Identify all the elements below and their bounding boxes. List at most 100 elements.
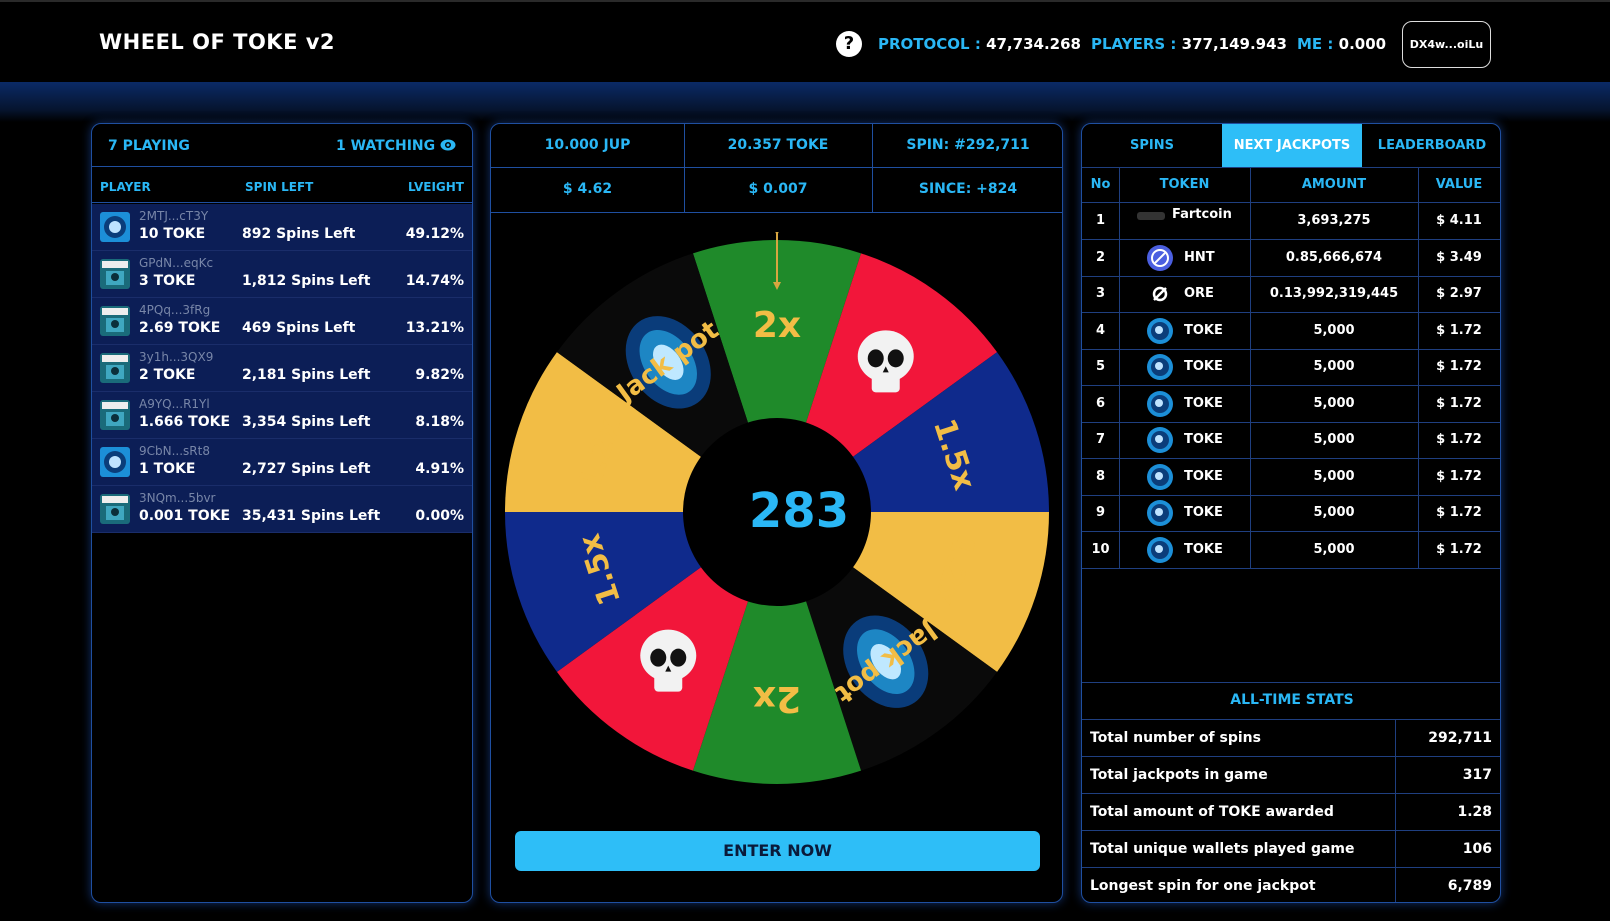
stats-title: ALL-TIME STATS <box>1230 692 1354 708</box>
player-spins-left: 2,727 Spins Left <box>242 461 371 477</box>
stat-row: Total unique wallets played game 106 <box>1082 830 1500 867</box>
jackpot-no: 5 <box>1095 359 1106 374</box>
players-stat: PLAYERS : 377,149.943 <box>1091 35 1287 53</box>
jackpot-row: 1 Fartcoin 3,693,275 $ 4.11 <box>1082 203 1500 240</box>
player-spins-left: 892 Spins Left <box>242 226 356 242</box>
divider <box>1082 682 1500 683</box>
top-bar: WHEEL OF TOKE v2 ? PROTOCOL : 47,734.268… <box>0 0 1610 82</box>
protocol-value: 47,734.268 <box>986 35 1081 53</box>
jackpot-row: 2 HNT 0.85,666,674 $ 3.49 <box>1082 240 1500 277</box>
watching-label: 1 WATCHING <box>335 138 436 154</box>
divider <box>1395 719 1396 902</box>
jackpot-amount: 5,000 <box>1313 505 1355 520</box>
stat-value: 292,711 <box>1428 730 1492 746</box>
jackpot-amount: 5,000 <box>1313 359 1355 374</box>
jackpot-amount: 0.13,992,319,445 <box>1269 286 1399 301</box>
jackpot-token: TOKE <box>1184 505 1223 520</box>
jackpot-amount: 0.85,666,674 <box>1285 249 1383 265</box>
stat-label: Total amount of TOKE awarded <box>1090 804 1334 820</box>
player-row: 2MTJ...cT3Y 10 TOKE 892 Spins Left 49.12% <box>92 204 472 251</box>
player-address: GPdN...eqKc <box>139 256 214 270</box>
player-address: 9CbN...sRt8 <box>139 444 210 458</box>
col-token: TOKEN <box>1159 177 1210 192</box>
help-icon[interactable]: ? <box>836 31 862 57</box>
jackpot-token: Fartcoin <box>1172 207 1232 222</box>
player-row: A9YQ...R1Yl 1.666 TOKE 3,354 Spins Left 8.1… <box>92 392 472 439</box>
player-spins-left: 2,181 Spins Left <box>242 367 371 383</box>
jackpot-row: 9 TOKE 5,000 $ 1.72 <box>1082 495 1500 532</box>
jackpot-row: 8 TOKE 5,000 $ 1.72 <box>1082 459 1500 496</box>
player-amount: 2.69 TOKE <box>139 320 221 336</box>
wallet-button[interactable]: DX4w...oiLu <box>1402 21 1491 68</box>
player-weight: 49.12% <box>405 226 464 242</box>
player-address: 3NQm...5bvr <box>139 491 216 505</box>
jackpot-value: $ 2.97 <box>1436 286 1482 301</box>
toke-pot: 20.357 TOKE <box>727 137 829 153</box>
player-amount: 1 TOKE <box>139 461 196 477</box>
jackpot-no: 9 <box>1095 505 1106 520</box>
toke-icon <box>1147 390 1173 417</box>
jackpot-no: 10 <box>1091 541 1110 557</box>
toke-icon <box>1147 427 1173 453</box>
jackpot-token: ORE <box>1184 286 1214 301</box>
jackpot-token: TOKE <box>1184 359 1223 374</box>
fartcoin-icon <box>1137 212 1165 220</box>
col-no: No <box>1090 177 1111 192</box>
enter-now-button[interactable]: ENTER NOW <box>515 831 1040 871</box>
stat-label: Total jackpots in game <box>1090 767 1268 783</box>
protocol-label: PROTOCOL : <box>878 35 981 53</box>
player-weight: 9.82% <box>415 367 464 383</box>
players-label: PLAYERS : <box>1091 35 1177 53</box>
col-amount: AMOUNT <box>1301 177 1367 192</box>
stat-row: Total amount of TOKE awarded 1.28 <box>1082 793 1500 830</box>
tab-leaderboard[interactable]: LEADERBOARD <box>1362 124 1500 167</box>
player-spins-left: 469 Spins Left <box>242 320 356 336</box>
col-value: VALUE <box>1435 177 1483 192</box>
jackpot-amount: 5,000 <box>1313 468 1355 484</box>
me-label: ME : <box>1297 35 1334 53</box>
playing-count: 7 PLAYING <box>108 138 190 154</box>
app-title: WHEEL OF TOKE v2 <box>99 30 336 54</box>
toke-icon <box>1147 536 1173 563</box>
jackpot-value: $ 1.72 <box>1436 359 1482 374</box>
tab-next-jackpots[interactable]: NEXT JACKPOTS <box>1222 124 1362 167</box>
jackpot-row: 10 TOKE 5,000 $ 1.72 <box>1082 532 1500 569</box>
player-amount: 0.001 TOKE <box>139 508 231 524</box>
jackpot-row: 3 ORE 0.13,992,319,445 $ 2.97 <box>1082 276 1500 313</box>
since-count: SINCE: +824 <box>918 181 1018 197</box>
ore-icon <box>1148 282 1172 306</box>
jackpot-value: $ 1.72 <box>1436 432 1482 447</box>
watching-count: 1 WATCHING <box>336 138 456 154</box>
tab-spins[interactable]: SPINS <box>1082 124 1222 167</box>
jackpot-amount: 5,000 <box>1313 432 1355 447</box>
me-stat: ME : 0.000 <box>1297 35 1386 53</box>
player-amount: 1.666 TOKE <box>139 414 231 430</box>
player-address: 3y1h...3QX9 <box>139 350 214 364</box>
player-address: 4PQq...3fRg <box>139 303 211 317</box>
divider <box>1082 167 1500 168</box>
toke-icon <box>1147 354 1173 380</box>
stat-row: Longest spin for one jackpot 6,789 <box>1082 867 1500 902</box>
stat-value: 6,789 <box>1447 878 1492 894</box>
stat-label: Longest spin for one jackpot <box>1090 878 1316 894</box>
player-amount: 3 TOKE <box>139 273 196 289</box>
stat-row: Total jackpots in game 317 <box>1082 756 1500 793</box>
col-spin-left: SPIN LEFT <box>245 180 314 194</box>
player-address: A9YQ...R1Yl <box>139 397 210 411</box>
player-address: 2MTJ...cT3Y <box>139 209 209 223</box>
players-panel: 7 PLAYING 1 WATCHING PLAYER SPIN LEFT LV… <box>91 123 473 903</box>
stoke-card-icon <box>100 494 130 524</box>
wheel-center-number: 283 <box>749 483 849 539</box>
player-row: 3y1h...3QX9 2 TOKE 2,181 Spins Left 9.82% <box>92 345 472 392</box>
jackpot-no: 6 <box>1095 395 1106 411</box>
col-weight: LVEIGHT <box>407 180 464 194</box>
divider <box>92 166 472 167</box>
players-value: 377,149.943 <box>1181 35 1287 53</box>
player-weight: 4.91% <box>415 461 464 477</box>
toke-usd: $ 0.007 <box>748 181 808 197</box>
jackpot-amount: 5,000 <box>1313 395 1355 411</box>
glow-band <box>0 82 1610 122</box>
jackpot-amount: 5,000 <box>1313 322 1355 338</box>
jackpot-amount: 3,693,275 <box>1297 213 1371 228</box>
eye-icon <box>440 139 456 151</box>
